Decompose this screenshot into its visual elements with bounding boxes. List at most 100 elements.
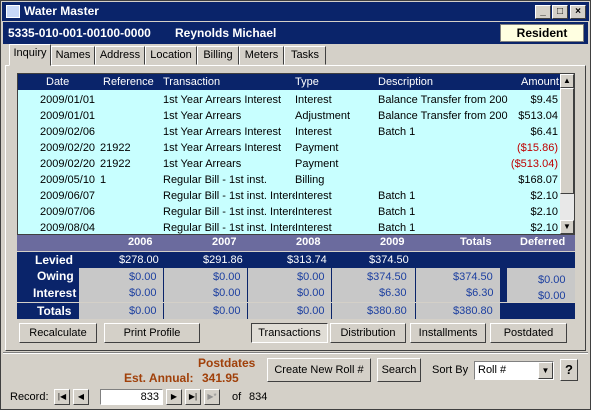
title-bar[interactable]: Water Master _ □ × — [2, 2, 589, 21]
year-2007: 2007 — [212, 236, 237, 248]
owing-deferred: $0.00 — [538, 274, 566, 286]
sort-by-select[interactable]: Roll # ▼ — [474, 361, 554, 380]
postdates-label: Postdates — [198, 356, 256, 370]
chevron-down-icon[interactable]: ▼ — [538, 362, 553, 379]
col-date[interactable]: Date — [46, 76, 69, 88]
table-row[interactable]: 2009/01/01 1st Year Arrears Interest Inter… — [18, 92, 560, 108]
postdated-button[interactable]: Postdated — [490, 323, 567, 343]
record-number-input[interactable]: 833 — [100, 389, 163, 405]
col-description[interactable]: Description — [378, 76, 433, 88]
tab-billing[interactable]: Billing — [197, 46, 239, 65]
cell-desc: Balance Transfer from 200 — [378, 110, 508, 122]
cell-desc: Batch 1 — [378, 222, 416, 234]
cell-amount: $6.41 — [530, 126, 558, 138]
cell-type: Billing — [295, 174, 325, 186]
table-row[interactable]: 2009/08/04 Regular Bill - 1st inst. Inter… — [18, 220, 560, 236]
levied-2007: $291.86 — [203, 254, 243, 266]
recalculate-button[interactable]: Recalculate — [19, 323, 97, 343]
table-row[interactable]: 2009/05/10 1 Regular Bill - 1st inst. Billi… — [18, 172, 560, 188]
cell-type: Payment — [295, 158, 339, 170]
cell-type: Adjustment — [295, 110, 351, 122]
cell-trans: 1st Year Arrears Interest — [163, 94, 282, 106]
account-number: 5335-010-001-00100-0000 — [8, 26, 151, 40]
distribution-button[interactable]: Distribution — [330, 323, 406, 343]
levied-2008: $313.74 — [287, 254, 327, 266]
cell-amount: ($15.86) — [517, 142, 558, 154]
table-row[interactable]: 2009/01/01 1st Year Arrears Adjustment Bala… — [18, 108, 560, 124]
cell-trans: Regular Bill - 1st inst. Interest — [163, 206, 295, 218]
owing-2007: $0.00 — [213, 271, 241, 283]
cell-amount: $513.04 — [518, 110, 558, 122]
year-2009: 2009 — [380, 236, 405, 248]
cell-desc: Batch 1 — [378, 206, 416, 218]
cell-trans: 1st Year Arrears — [163, 158, 242, 170]
next-record-icon[interactable]: ▶ — [166, 389, 182, 405]
totals-grand: $380.80 — [453, 305, 493, 317]
search-button[interactable]: Search — [377, 358, 421, 382]
interest-deferred: $0.00 — [538, 290, 566, 302]
cell-trans: 1st Year Arrears Interest — [163, 142, 282, 154]
col-amount[interactable]: Amount — [521, 76, 559, 88]
col-reference[interactable]: Reference — [103, 76, 154, 88]
scroll-up-icon[interactable]: ▲ — [560, 74, 574, 88]
cell-ref: 1 — [100, 174, 107, 186]
close-button[interactable]: × — [570, 5, 586, 19]
scroll-thumb[interactable] — [560, 88, 574, 194]
totals-label: Totals — [37, 304, 72, 318]
interest-2006: $0.00 — [129, 287, 157, 299]
col-type[interactable]: Type — [295, 76, 319, 88]
tab-tasks[interactable]: Tasks — [284, 46, 326, 65]
interest-2008: $0.00 — [297, 287, 325, 299]
of-label: of — [232, 391, 242, 403]
cell-date: 2009/05/10 — [40, 174, 96, 186]
table-row[interactable]: 2009/06/07 Regular Bill - 1st inst. Inter… — [18, 188, 560, 204]
create-new-roll-button[interactable]: Create New Roll # — [267, 358, 371, 382]
owing-total: $374.50 — [453, 271, 493, 283]
prev-record-icon[interactable]: ◀ — [73, 389, 89, 405]
new-record-icon[interactable]: ▶* — [204, 389, 220, 405]
grid-header: Date Reference Transaction Type Descript… — [18, 74, 560, 90]
totals-2009: $380.80 — [367, 305, 407, 317]
cell-type: Interest — [295, 94, 332, 106]
transactions-grid[interactable]: Date Reference Transaction Type Descript… — [17, 73, 575, 235]
transactions-button[interactable]: Transactions — [251, 323, 328, 343]
grid-scrollbar[interactable]: ▲ ▼ — [560, 74, 574, 234]
minimize-button[interactable]: _ — [535, 5, 551, 19]
last-record-icon[interactable]: ▶| — [185, 389, 201, 405]
col-transaction[interactable]: Transaction — [163, 76, 220, 88]
cell-amount: $9.45 — [530, 94, 558, 106]
table-row[interactable]: 2009/02/20 21922 1st Year Arrears Payment ($… — [18, 156, 560, 172]
cell-date: 2009/02/06 — [40, 126, 96, 138]
table-row[interactable]: 2009/07/06 Regular Bill - 1st inst. Inter… — [18, 204, 560, 220]
cell-amount: ($513.04) — [510, 158, 558, 170]
owing-2006: $0.00 — [129, 271, 157, 283]
help-button[interactable]: ? — [560, 359, 578, 381]
cell-date: 2009/06/07 — [40, 190, 96, 202]
cell-amount: $2.10 — [530, 190, 558, 202]
owing-2009: $374.50 — [367, 271, 407, 283]
cell-trans: Regular Bill - 1st inst. Interest — [163, 190, 295, 202]
cell-trans: Regular Bill - 1st inst. — [163, 174, 267, 186]
tab-names[interactable]: Names — [51, 46, 95, 65]
first-record-icon[interactable]: |◀ — [54, 389, 70, 405]
tab-meters[interactable]: Meters — [239, 46, 284, 65]
summary-year-header: 2006 2007 2008 2009 Totals Deferred — [17, 235, 575, 251]
tab-location[interactable]: Location — [145, 46, 197, 65]
status-badge: Resident — [500, 24, 584, 42]
scroll-down-icon[interactable]: ▼ — [560, 220, 574, 234]
print-profile-button[interactable]: Print Profile — [104, 323, 200, 343]
cell-trans: 1st Year Arrears — [163, 110, 242, 122]
maximize-button[interactable]: □ — [552, 5, 568, 19]
interest-total: $6.30 — [466, 287, 494, 299]
interest-2007: $0.00 — [213, 287, 241, 299]
est-annual-value: 341.95 — [202, 371, 239, 385]
est-annual-label: Est. Annual: — [124, 371, 194, 385]
app-icon — [6, 5, 20, 18]
tab-address[interactable]: Address — [95, 46, 145, 65]
totals-header: Totals — [460, 236, 492, 248]
table-row[interactable]: 2009/02/06 1st Year Arrears Interest Inter… — [18, 124, 560, 140]
installments-button[interactable]: Installments — [410, 323, 486, 343]
tab-inquiry[interactable]: Inquiry — [9, 44, 51, 66]
table-row[interactable]: 2009/02/20 21922 1st Year Arrears Interest… — [18, 140, 560, 156]
totals-2006: $0.00 — [129, 305, 157, 317]
